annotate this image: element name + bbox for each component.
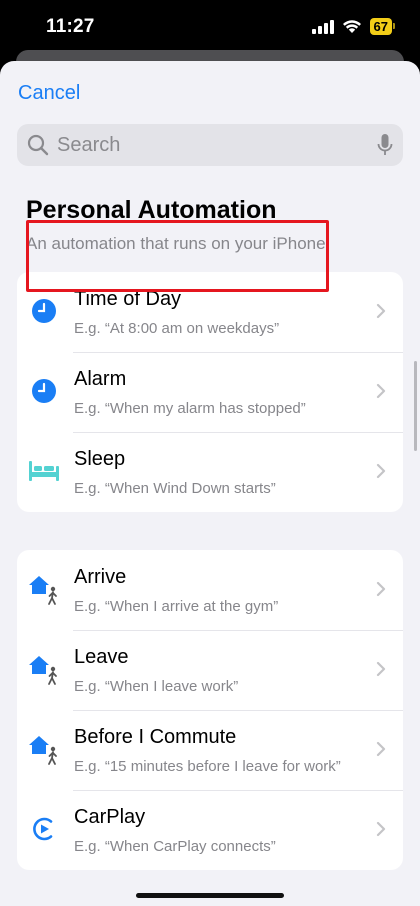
list-item-title: Time of Day xyxy=(74,288,182,310)
list-item-subtitle: E.g. “When CarPlay connects” xyxy=(74,838,276,855)
search-icon xyxy=(27,134,49,156)
home-walk-icon xyxy=(27,572,61,606)
search-input[interactable]: Search xyxy=(17,124,403,166)
list-item-subtitle: E.g. “When Wind Down starts” xyxy=(74,480,276,497)
list-item-subtitle: E.g. “15 minutes before I leave for work… xyxy=(74,758,341,775)
status-time: 11:27 xyxy=(46,16,95,37)
list-item-carplay[interactable]: CarPlay E.g. “When CarPlay connects” xyxy=(17,790,403,870)
list-item-title: Leave xyxy=(74,646,129,668)
list-item-alarm[interactable]: Alarm E.g. “When my alarm has stopped” xyxy=(17,352,403,432)
location-triggers-group: Arrive E.g. “When I arrive at the gym” L… xyxy=(17,550,403,870)
bed-icon xyxy=(27,454,61,488)
chevron-right-icon xyxy=(376,383,386,399)
search-placeholder: Search xyxy=(57,133,121,156)
wifi-icon xyxy=(342,20,361,33)
section-subtitle: An automation that runs on your iPhone. xyxy=(26,234,331,253)
list-item-before-i-commute[interactable]: Before I Commute E.g. “15 minutes before… xyxy=(17,710,403,790)
chevron-right-icon xyxy=(376,463,386,479)
carplay-icon xyxy=(27,812,61,846)
list-item-subtitle: E.g. “When I leave work” xyxy=(74,678,239,695)
battery-icon: 67 xyxy=(369,18,396,35)
clock-icon xyxy=(27,374,61,408)
chevron-right-icon xyxy=(376,661,386,677)
list-item-subtitle: E.g. “When my alarm has stopped” xyxy=(74,400,306,417)
section-title: Personal Automation xyxy=(26,196,277,224)
list-item-leave[interactable]: Leave E.g. “When I leave work” xyxy=(17,630,403,710)
list-item-title: Alarm xyxy=(74,368,127,390)
list-item-title: Arrive xyxy=(74,566,127,588)
home-walk-icon xyxy=(27,732,61,766)
status-icons: 67 xyxy=(311,18,396,35)
chevron-right-icon xyxy=(376,581,386,597)
cancel-button[interactable]: Cancel xyxy=(18,82,80,105)
automation-sheet: Cancel Search Personal Automation An aut… xyxy=(0,61,420,906)
microphone-icon[interactable] xyxy=(377,133,393,157)
list-item-subtitle: E.g. “At 8:00 am on weekdays” xyxy=(74,320,280,337)
list-item-time-of-day[interactable]: Time of Day E.g. “At 8:00 am on weekdays… xyxy=(17,272,403,352)
home-indicator[interactable] xyxy=(136,893,284,898)
chevron-right-icon xyxy=(376,303,386,319)
list-item-subtitle: E.g. “When I arrive at the gym” xyxy=(74,598,279,615)
list-item-title: CarPlay xyxy=(74,806,146,828)
time-triggers-group: Time of Day E.g. “At 8:00 am on weekdays… xyxy=(17,272,403,512)
scrollbar[interactable] xyxy=(414,361,417,451)
chevron-right-icon xyxy=(376,741,386,757)
cellular-signal-icon xyxy=(311,19,334,34)
list-item-sleep[interactable]: Sleep E.g. “When Wind Down starts” xyxy=(17,432,403,512)
chevron-right-icon xyxy=(376,821,386,837)
clock-icon xyxy=(27,294,61,328)
list-item-title: Sleep xyxy=(74,448,126,470)
list-item-arrive[interactable]: Arrive E.g. “When I arrive at the gym” xyxy=(17,550,403,630)
list-item-title: Before I Commute xyxy=(74,726,237,748)
home-walk-icon xyxy=(27,652,61,686)
